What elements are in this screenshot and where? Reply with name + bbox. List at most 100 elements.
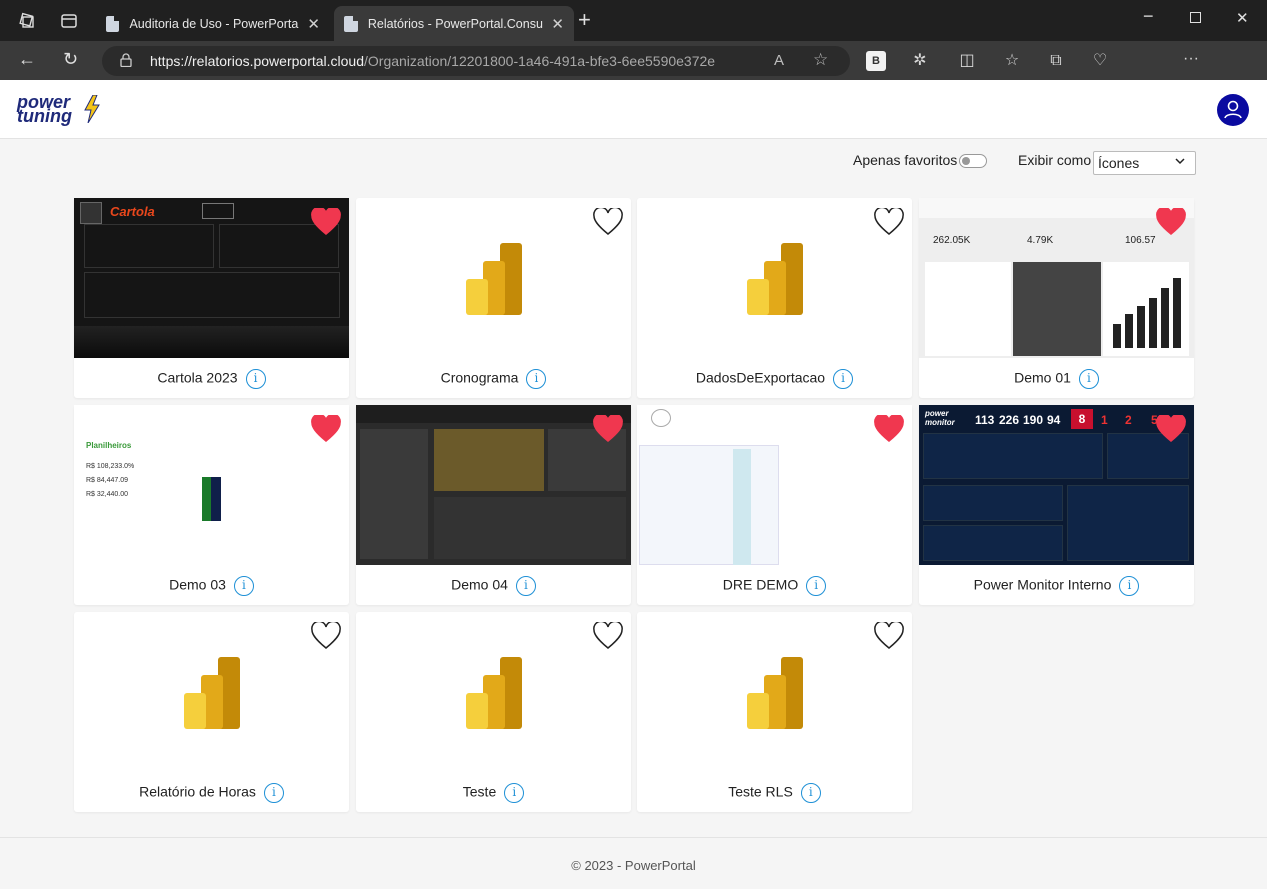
url-path: /Organization/12201800-1a46-491a-bfe3-6e… xyxy=(364,53,716,69)
read-aloud-icon[interactable]: A xyxy=(774,52,784,69)
back-button[interactable]: ← xyxy=(18,49,36,70)
report-thumbnail[interactable]: Cartola xyxy=(74,198,349,358)
report-thumbnail[interactable] xyxy=(637,405,912,565)
report-card[interactable]: DadosDeExportacao i xyxy=(637,198,912,398)
favorite-heart-icon[interactable] xyxy=(874,415,904,443)
close-window-button[interactable]: ✕ xyxy=(1236,9,1249,27)
report-card[interactable]: Planilheiros R$ 108,233.0% R$ 84,447.09 … xyxy=(74,405,349,605)
info-icon[interactable]: i xyxy=(1119,576,1140,596)
minimize-button[interactable]: − xyxy=(1143,6,1154,27)
treemap-panel xyxy=(434,429,544,491)
info-icon[interactable]: i xyxy=(245,369,266,389)
report-card[interactable]: power monitor 113 226 190 94 8 1 2 5 Pow… xyxy=(919,405,1194,605)
info-icon[interactable]: i xyxy=(515,576,536,596)
favorite-heart-icon[interactable] xyxy=(593,415,623,443)
report-card[interactable]: Relatório de Horas i xyxy=(74,612,349,812)
close-tab-icon[interactable]: ✕ xyxy=(307,15,320,33)
tab-relatorios[interactable]: Relatórios - PowerPortal.Consum ✕ xyxy=(334,6,574,41)
report-name[interactable]: Demo 04 xyxy=(451,577,508,593)
report-card[interactable]: Cartola Cartola 2023 i xyxy=(74,198,349,398)
url-text[interactable]: https://relatorios.powerportal.cloud/Org… xyxy=(150,53,715,69)
report-name[interactable]: Cartola 2023 xyxy=(157,370,237,386)
favorite-heart-icon[interactable] xyxy=(311,208,341,236)
info-icon[interactable]: i xyxy=(806,576,827,596)
info-icon[interactable]: i xyxy=(263,783,284,803)
split-screen-icon[interactable]: ◫ xyxy=(957,51,977,71)
report-name[interactable]: Relatório de Horas xyxy=(139,784,256,800)
view-as-select[interactable]: Ícones xyxy=(1093,151,1196,175)
field-background xyxy=(74,326,349,358)
power-tuning-logo[interactable]: power tuning xyxy=(17,93,100,126)
report-name[interactable]: Demo 03 xyxy=(169,577,226,593)
report-card[interactable]: Teste i xyxy=(356,612,631,812)
report-thumbnail[interactable] xyxy=(356,612,631,772)
report-name[interactable]: DRE DEMO xyxy=(723,577,798,593)
user-account-button[interactable] xyxy=(1217,94,1249,126)
report-name[interactable]: Power Monitor Interno xyxy=(974,577,1112,593)
favorite-heart-icon[interactable] xyxy=(1156,208,1186,236)
tab-auditoria[interactable]: Auditoria de Uso - PowerPortal.M ✕ xyxy=(96,6,330,41)
info-icon[interactable]: i xyxy=(526,369,547,389)
browser-essentials-icon[interactable]: ♡ xyxy=(1090,51,1110,71)
more-menu-icon[interactable]: ··· xyxy=(1181,49,1201,69)
favorite-star-icon[interactable]: ☆ xyxy=(813,50,828,70)
favorite-heart-outline-icon[interactable] xyxy=(593,208,623,236)
favorite-heart-outline-icon[interactable] xyxy=(593,622,623,650)
workspaces-icon[interactable] xyxy=(18,12,36,30)
favorite-heart-icon[interactable] xyxy=(311,415,341,443)
treemap-panel xyxy=(1013,262,1101,356)
report-thumbnail[interactable] xyxy=(356,198,631,358)
collections-icon[interactable]: ⧉ xyxy=(1046,51,1066,71)
thumb-value: R$ 32,440.00 xyxy=(86,491,129,498)
kpi-value: 1 xyxy=(1101,413,1108,427)
info-icon[interactable]: i xyxy=(800,783,821,803)
bulb-logo-icon xyxy=(651,409,671,427)
report-thumbnail[interactable]: Planilheiros R$ 108,233.0% R$ 84,447.09 … xyxy=(74,405,349,565)
info-icon[interactable]: i xyxy=(833,369,854,389)
favorites-only-toggle[interactable] xyxy=(959,154,987,168)
report-thumbnail[interactable] xyxy=(74,612,349,772)
favorite-heart-outline-icon[interactable] xyxy=(874,208,904,236)
tab-actions-icon[interactable] xyxy=(60,12,78,30)
favorites-icon[interactable]: ☆ xyxy=(1002,51,1022,71)
kpi-value: 2 xyxy=(1125,413,1132,427)
report-name[interactable]: Teste xyxy=(463,784,496,800)
report-label: DRE DEMO i xyxy=(637,576,912,596)
report-name[interactable]: DadosDeExportacao xyxy=(696,370,825,386)
maximize-button[interactable] xyxy=(1190,12,1201,23)
extension-b-icon[interactable]: B xyxy=(866,51,886,71)
favorite-heart-outline-icon[interactable] xyxy=(874,622,904,650)
refresh-button[interactable]: ↻ xyxy=(63,49,78,70)
report-thumbnail[interactable]: 262.05K 4.79K 106.57 xyxy=(919,198,1194,358)
report-name[interactable]: Cronograma xyxy=(441,370,519,386)
dre-table xyxy=(639,445,779,565)
info-icon[interactable]: i xyxy=(504,783,525,803)
highlight-column xyxy=(733,449,751,565)
close-tab-icon[interactable]: ✕ xyxy=(551,15,564,33)
extensions-icon[interactable]: ✲ xyxy=(910,51,930,71)
report-thumbnail[interactable] xyxy=(637,612,912,772)
report-card[interactable]: Demo 04 i xyxy=(356,405,631,605)
report-card[interactable]: Teste RLS i xyxy=(637,612,912,812)
favorite-heart-outline-icon[interactable] xyxy=(311,622,341,650)
address-bar[interactable]: https://relatorios.powerportal.cloud/Org… xyxy=(102,46,850,76)
new-tab-button[interactable]: + xyxy=(578,9,591,31)
info-icon[interactable]: i xyxy=(1078,369,1099,389)
report-name[interactable]: Teste RLS xyxy=(728,784,793,800)
report-thumbnail[interactable] xyxy=(637,198,912,358)
report-name[interactable]: Demo 01 xyxy=(1014,370,1071,386)
lock-icon[interactable] xyxy=(120,53,132,67)
app-header: power tuning xyxy=(0,80,1267,139)
address-toolbar: ← ↻ https://relatorios.powerportal.cloud… xyxy=(0,41,1267,116)
report-card[interactable]: DRE DEMO i xyxy=(637,405,912,605)
report-thumbnail[interactable] xyxy=(356,405,631,565)
report-label: Cartola 2023 i xyxy=(74,369,349,389)
report-label: DadosDeExportacao i xyxy=(637,369,912,389)
info-icon[interactable]: i xyxy=(233,576,254,596)
report-label: Demo 03 i xyxy=(74,576,349,596)
report-thumbnail[interactable]: power monitor 113 226 190 94 8 1 2 5 xyxy=(919,405,1194,565)
report-card[interactable]: 262.05K 4.79K 106.57 Demo 01 i xyxy=(919,198,1194,398)
report-card[interactable]: Cronograma i xyxy=(356,198,631,398)
logo-text-tuning: tuning xyxy=(17,106,72,126)
favorite-heart-icon[interactable] xyxy=(1156,415,1186,443)
